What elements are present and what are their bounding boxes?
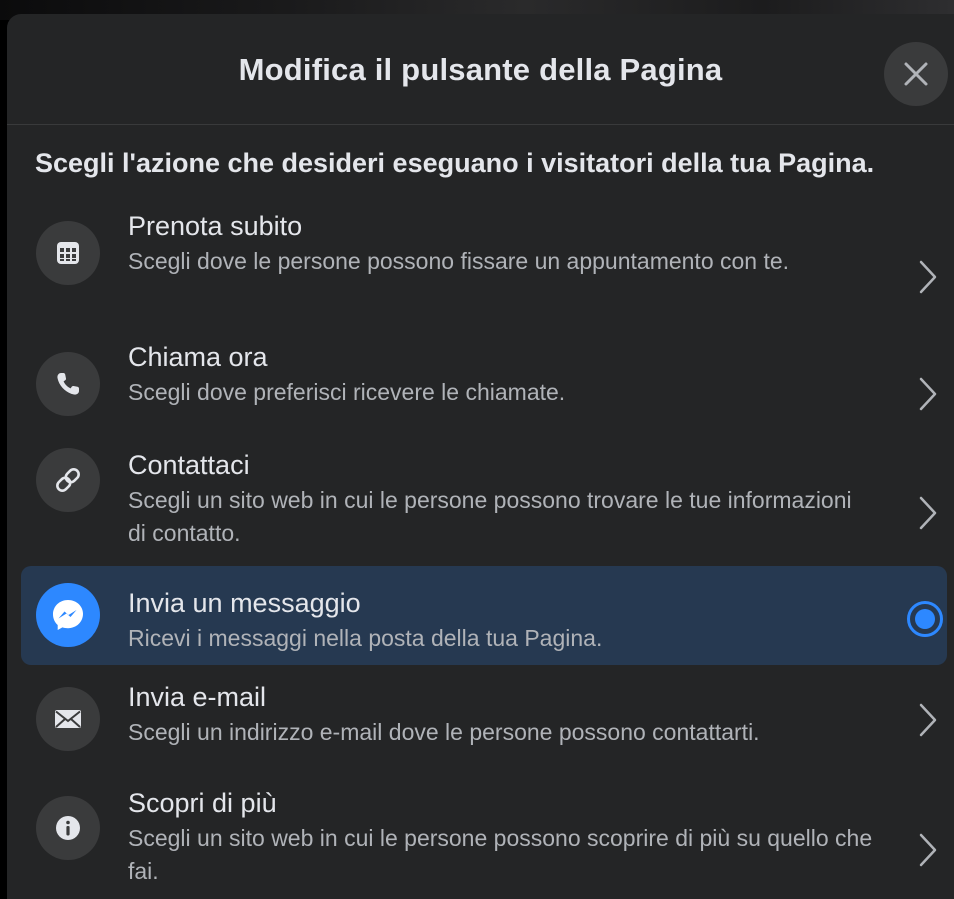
link-icon <box>56 468 80 492</box>
option-chiama-ora[interactable]: Chiama ora Scegli dove preferisci riceve… <box>21 340 947 432</box>
option-invia-email[interactable]: Invia e-mail Scegli un indirizzo e-mail … <box>21 678 947 774</box>
calendar-icon <box>57 242 79 264</box>
option-title: Chiama ora <box>128 342 268 372</box>
option-icon-circle <box>36 796 100 860</box>
option-icon-circle <box>36 583 100 647</box>
option-icon-circle <box>36 352 100 416</box>
option-icon-circle <box>36 221 100 285</box>
option-contattaci[interactable]: Contattaci Scegli un sito web in cui le … <box>21 446 947 568</box>
close-icon <box>904 62 928 86</box>
option-title: Scopri di più <box>128 788 277 818</box>
option-icon-circle <box>36 448 100 512</box>
edit-page-button-dialog: Modifica il pulsante della Pagina Scegli… <box>7 14 954 899</box>
option-description: Scegli dove le persone possono fissare u… <box>128 248 790 274</box>
chevron-right-icon <box>913 257 943 297</box>
info-icon <box>56 816 80 840</box>
option-invia-un-messaggio[interactable]: Invia un messaggio Ricevi i messaggi nel… <box>21 566 947 665</box>
dialog-title: Modifica il pulsante della Pagina <box>238 52 723 87</box>
option-title: Prenota subito <box>128 211 303 241</box>
messenger-icon <box>53 600 83 630</box>
chevron-right-icon <box>913 493 943 533</box>
option-title: Invia un messaggio <box>128 588 361 618</box>
option-title: Invia e-mail <box>128 682 267 712</box>
chevron-right-icon <box>913 830 943 870</box>
option-description: Scegli dove preferisci ricevere le chiam… <box>128 379 566 405</box>
envelope-icon <box>55 710 81 728</box>
close-button[interactable] <box>884 42 948 106</box>
option-icon-circle <box>36 687 100 751</box>
option-description: Scegli un sito web in cui le persone pos… <box>128 825 873 884</box>
option-title: Contattaci <box>128 450 250 480</box>
option-description: Scegli un sito web in cui le persone pos… <box>128 487 852 546</box>
option-prenota-subito[interactable]: Prenota subito Scegli dove le persone po… <box>21 207 947 329</box>
dialog-header: Modifica il pulsante della Pagina <box>7 14 954 125</box>
chevron-right-icon <box>913 374 943 414</box>
phone-icon <box>57 373 79 395</box>
option-description: Scegli un indirizzo e-mail dove le perso… <box>128 719 760 745</box>
option-description: Ricevi i messaggi nella posta della tua … <box>128 625 603 651</box>
selected-radio[interactable] <box>907 601 943 637</box>
chevron-right-icon <box>913 700 943 740</box>
option-scopri-di-piu[interactable]: Scopri di più Scegli un sito web in cui … <box>21 784 947 899</box>
radio-dot <box>915 609 935 629</box>
dialog-subtitle: Scegli l'azione che desideri eseguano i … <box>35 148 875 178</box>
